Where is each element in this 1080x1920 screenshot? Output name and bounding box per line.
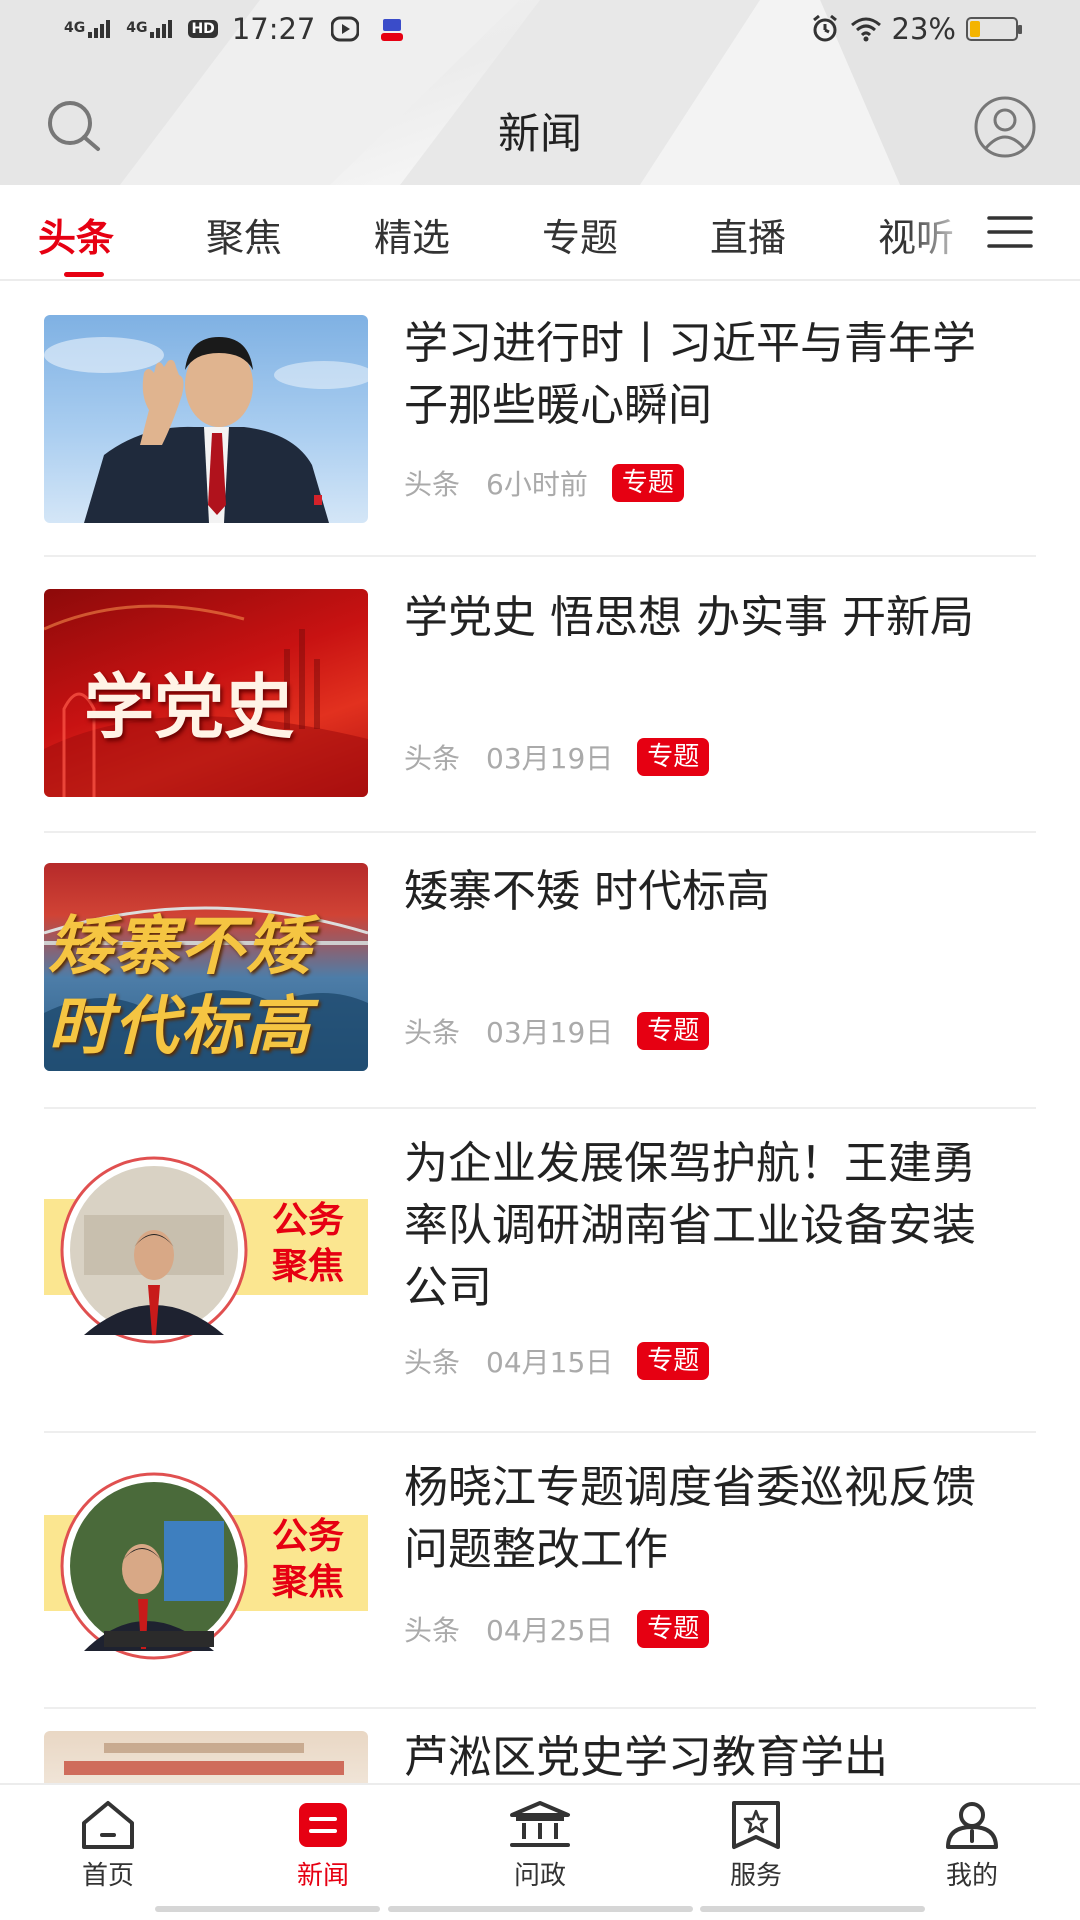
status-bar: 4G 4G HD 17:27 23%: [0, 0, 1080, 64]
thumbnail-caption-line-1: 公务: [272, 1199, 345, 1241]
news-source: 头条: [404, 468, 461, 501]
news-title: 矮寨不矮 时代标高: [404, 866, 770, 917]
nav-government[interactable]: 问政: [480, 1799, 600, 1892]
nav-news[interactable]: 新闻: [263, 1799, 383, 1892]
menu-icon[interactable]: [985, 212, 1035, 252]
active-tab-indicator: [64, 272, 104, 277]
news-source: 头条: [404, 1016, 461, 1049]
portrait-photo: [44, 337, 368, 523]
news-item[interactable]: 公务 聚焦 为企业发展保驾护航！王建勇率队调研湖南省工业设备安装公司 头条 04…: [44, 1111, 1036, 1433]
user-avatar-icon[interactable]: [972, 96, 1038, 158]
topic-badge: 专题: [611, 464, 684, 502]
nav-service[interactable]: 服务: [696, 1799, 816, 1892]
government-icon: [510, 1801, 570, 1847]
nav-profile-label: 我的: [945, 1861, 998, 1891]
news-item[interactable]: 学党史 学党史 悟思想 办实事 开新局 头条 03月19日 专题: [44, 559, 1036, 833]
tab-topics[interactable]: 专题: [542, 207, 618, 262]
service-star-icon: [732, 1801, 780, 1849]
profile-icon: [946, 1802, 998, 1849]
wifi-icon: [850, 17, 881, 42]
news-time: 04月25日: [486, 1614, 614, 1647]
video-play-icon: [331, 16, 360, 42]
news-icon: [299, 1803, 347, 1847]
news-time: 6小时前: [486, 468, 588, 501]
network-type-1: 4G: [64, 20, 86, 36]
battery-icon: [966, 17, 1022, 41]
home-icon: [82, 1801, 134, 1849]
news-meta: 头条 04月15日 专题: [404, 1341, 710, 1381]
news-meta: 头条 03月19日 专题: [404, 1011, 710, 1051]
news-item[interactable]: 矮寨不矮 时代标高 矮寨不矮 时代标高 头条 03月19日 专题: [44, 835, 1036, 1109]
nav-service-label: 服务: [729, 1861, 782, 1891]
category-tabs: 头条 聚焦 精选 专题 直播 视听: [0, 185, 1080, 281]
event-photo: [64, 1743, 344, 1775]
news-thumbnail: 矮寨不矮 时代标高: [44, 863, 368, 1071]
nav-home[interactable]: 首页: [48, 1799, 168, 1892]
topic-badge: 专题: [637, 738, 710, 776]
news-title: 芦淞区党史学习教育学出: [404, 1732, 888, 1783]
news-title: 学党史 悟思想 办实事 开新局: [404, 592, 974, 643]
app-header: 4G 4G HD 17:27 23% 新闻: [0, 0, 1080, 185]
alarm-icon: [812, 14, 837, 42]
news-thumbnail: 公务 聚焦: [44, 1471, 368, 1679]
news-source: 头条: [404, 1346, 461, 1379]
news-time: 03月19日: [486, 742, 614, 775]
news-title: 杨晓江专题调度省委巡视反馈问题整改工作: [404, 1462, 976, 1575]
cellular-signal-1-icon: 4G: [64, 20, 111, 38]
news-title: 为企业发展保驾护航！王建勇率队调研湖南省工业设备安装公司: [404, 1138, 976, 1313]
topic-badge: 专题: [637, 1012, 710, 1050]
system-nav-bar: [155, 1906, 380, 1912]
topic-badge: 专题: [637, 1342, 710, 1380]
thumbnail-caption-line-1: 矮寨不矮: [48, 909, 312, 984]
hd-voice-badge: HD: [188, 20, 218, 38]
network-type-2: 4G: [126, 20, 148, 36]
news-item[interactable]: 学习进行时丨习近平与青年学子那些暖心瞬间 头条 6小时前 专题: [44, 283, 1036, 557]
clock: 17:27: [231, 12, 316, 46]
thumbnail-caption: 学党史: [84, 665, 294, 748]
tab-fade-overlay: [905, 185, 985, 279]
news-thumbnail: [44, 315, 368, 523]
topic-badge: 专题: [637, 1610, 710, 1648]
thumbnail-caption-line-1: 公务: [272, 1515, 345, 1557]
thumbnail-caption-line-2: 聚焦: [272, 1561, 345, 1603]
news-meta: 头条 6小时前 专题: [404, 463, 684, 503]
news-title: 学习进行时丨习近平与青年学子那些暖心瞬间: [404, 318, 976, 431]
news-meta: 头条 03月19日 专题: [404, 737, 710, 777]
tab-headlines[interactable]: 头条: [38, 207, 114, 262]
news-meta: 头条 04月25日 专题: [404, 1609, 710, 1649]
news-item[interactable]: 公务 聚焦 杨晓江专题调度省委巡视反馈问题整改工作 头条 04月25日 专题: [44, 1435, 1036, 1709]
tab-live[interactable]: 直播: [710, 207, 786, 262]
news-thumbnail: [44, 1731, 368, 1783]
news-thumbnail: 公务 聚焦: [44, 1155, 368, 1363]
system-nav-bar: [700, 1906, 925, 1912]
tab-featured[interactable]: 精选: [374, 207, 450, 262]
nav-home-label: 首页: [81, 1861, 134, 1891]
news-thumbnail: 学党史: [44, 589, 368, 797]
nav-news-label: 新闻: [296, 1861, 349, 1891]
news-source: 头条: [404, 1614, 461, 1647]
system-nav-bar: [388, 1906, 693, 1912]
page-title: 新闻: [497, 109, 582, 158]
app-notification-icon: [381, 19, 404, 41]
nav-profile[interactable]: 我的: [912, 1799, 1032, 1892]
battery-level-fill: [970, 21, 981, 37]
news-list: 学习进行时丨习近平与青年学子那些暖心瞬间 头条 6小时前 专题 学党史 学党史 …: [0, 283, 1080, 1783]
thumbnail-caption-line-2: 时代标高: [48, 989, 312, 1064]
cellular-signal-2-icon: 4G: [126, 20, 173, 38]
bottom-navigation: 首页 新闻 问政 服务 我的: [0, 1783, 1080, 1920]
news-source: 头条: [404, 742, 461, 775]
nav-government-label: 问政: [513, 1861, 566, 1891]
tab-focus[interactable]: 聚焦: [206, 207, 282, 262]
thumbnail-caption-line-2: 聚焦: [272, 1245, 345, 1287]
battery-percent: 23%: [891, 12, 956, 46]
news-item[interactable]: 芦淞区党史学习教育学出: [44, 1711, 1036, 1783]
news-time: 03月19日: [486, 1016, 614, 1049]
news-time: 04月15日: [486, 1346, 614, 1379]
